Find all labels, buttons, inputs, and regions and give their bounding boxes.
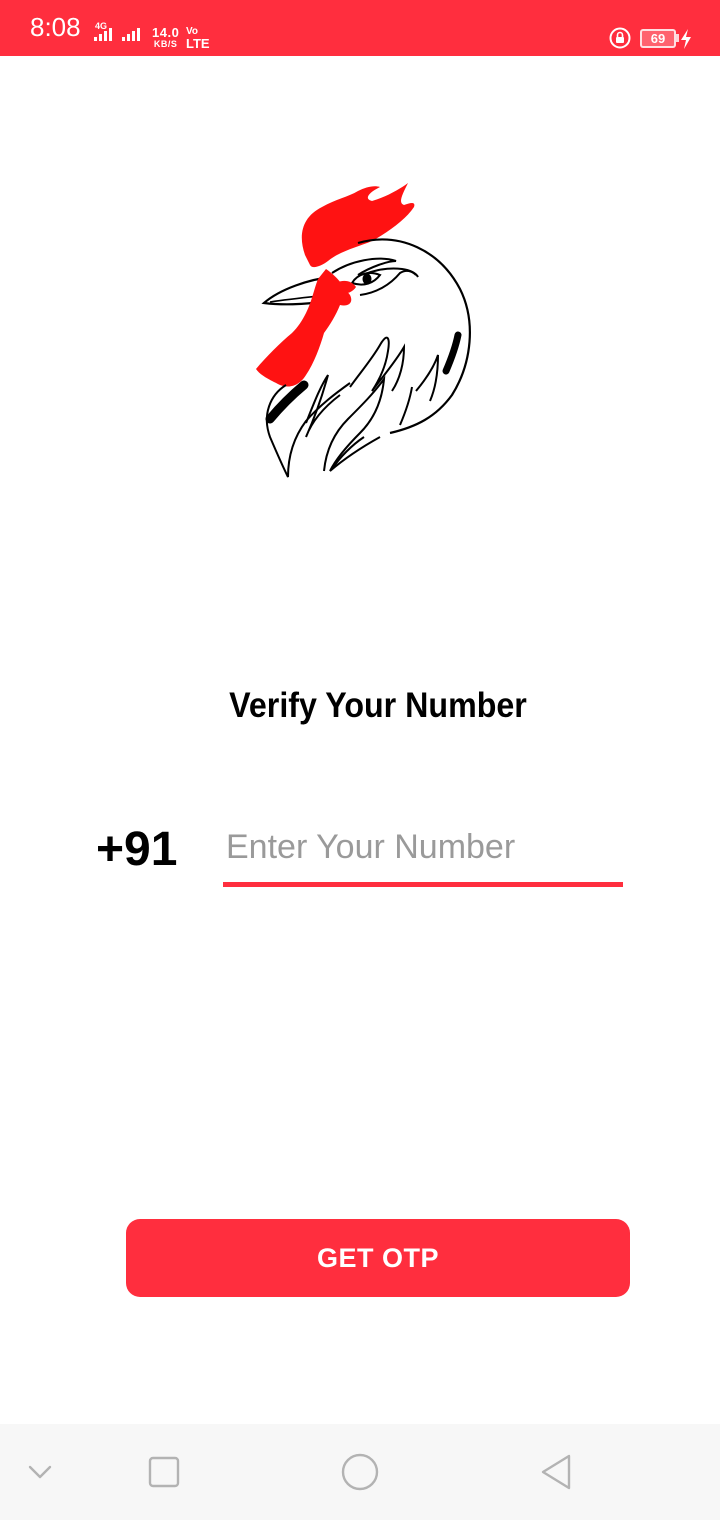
network-speed-unit: KB/S	[153, 39, 178, 49]
chevron-down-icon[interactable]	[27, 1464, 53, 1480]
country-code-label: +91	[96, 823, 178, 876]
volte-indicator: Vo LTE	[186, 26, 210, 50]
square-recents-icon[interactable]	[148, 1456, 180, 1488]
rooster-head-icon	[256, 183, 471, 478]
page-title: Verify Your Number	[229, 686, 527, 725]
status-bar: 8:08 4G 14.0 KB/S Vo LTE 69	[0, 0, 720, 56]
battery-level: 69	[650, 31, 666, 46]
status-time: 8:08	[30, 12, 81, 42]
volte-bottom-label: LTE	[186, 36, 210, 51]
battery-tip	[676, 34, 679, 42]
network-speed-value: 14.0	[152, 25, 180, 40]
triangle-back-icon[interactable]	[538, 1452, 574, 1492]
network-type-label: 4G	[95, 21, 107, 31]
system-nav-bar	[0, 1424, 720, 1520]
circle-home-icon[interactable]	[340, 1452, 380, 1492]
network-speed: 14.0 KB/S	[152, 26, 179, 49]
phone-number-input[interactable]	[223, 818, 623, 876]
battery-icon: 69	[640, 29, 676, 48]
signal-strength-icon: 4G	[94, 21, 140, 41]
phone-input-underline	[223, 882, 623, 887]
get-otp-button[interactable]: GET OTP	[126, 1219, 630, 1297]
charging-bolt-icon	[681, 29, 691, 49]
verify-number-screen: 8:08 4G 14.0 KB/S Vo LTE 69 Verify Your …	[0, 0, 720, 1520]
rotation-lock-icon	[609, 27, 631, 49]
